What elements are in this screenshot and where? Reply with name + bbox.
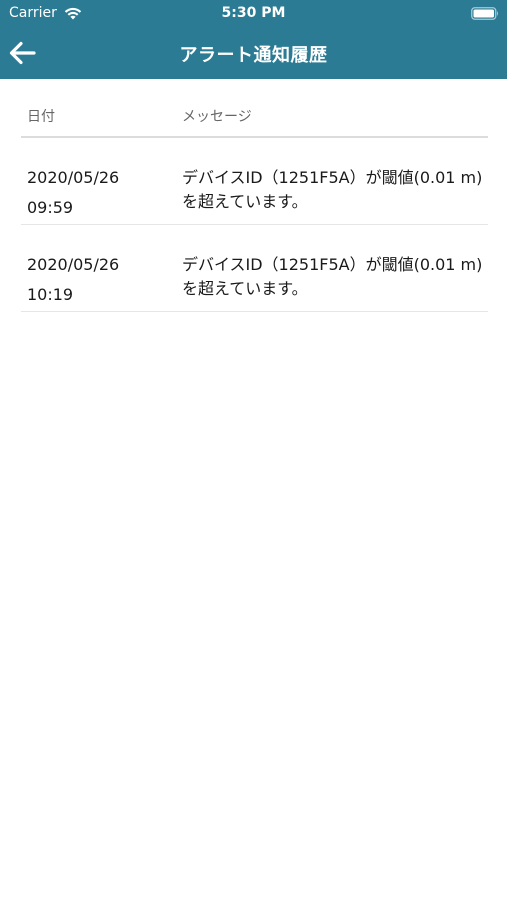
alert-date: 2020/05/26 09:59 [27, 168, 120, 217]
page-title: アラート通知履歴 [179, 45, 328, 66]
battery-icon [471, 7, 498, 20]
table-row[interactable]: 2020/05/26 10:19 デバイスID（1251F5A）が閾値(0.01… [21, 225, 488, 312]
table-row[interactable]: 2020/05/26 09:59 デバイスID（1251F5A）が閾値(0.01… [21, 138, 488, 225]
column-header-message: メッセージ [182, 109, 252, 125]
status-time: 5:30 PM [221, 5, 286, 21]
message-column: デバイスID（1251F5A）が閾値(0.01 m)を超えています。 [182, 166, 488, 224]
column-header-date: 日付 [27, 109, 55, 125]
app-header: Carrier 5:30 PM アラート通知履歴 [0, 0, 507, 79]
alert-history-table: 日付 メッセージ 2020/05/26 09:59 デバイスID（1251F5A… [21, 96, 488, 312]
alert-message: デバイスID（1251F5A）が閾値(0.01 m)を超えています。 [182, 255, 483, 298]
date-column: 2020/05/26 09:59 [21, 166, 182, 224]
message-column: デバイスID（1251F5A）が閾値(0.01 m)を超えています。 [182, 253, 488, 311]
alert-message: デバイスID（1251F5A）が閾値(0.01 m)を超えています。 [182, 168, 483, 211]
status-bar: Carrier 5:30 PM [0, 0, 507, 28]
navigation-bar: アラート通知履歴 [0, 28, 507, 79]
alert-date: 2020/05/26 10:19 [27, 255, 120, 304]
table-header: 日付 メッセージ [21, 96, 488, 138]
date-column: 2020/05/26 10:19 [21, 253, 182, 311]
